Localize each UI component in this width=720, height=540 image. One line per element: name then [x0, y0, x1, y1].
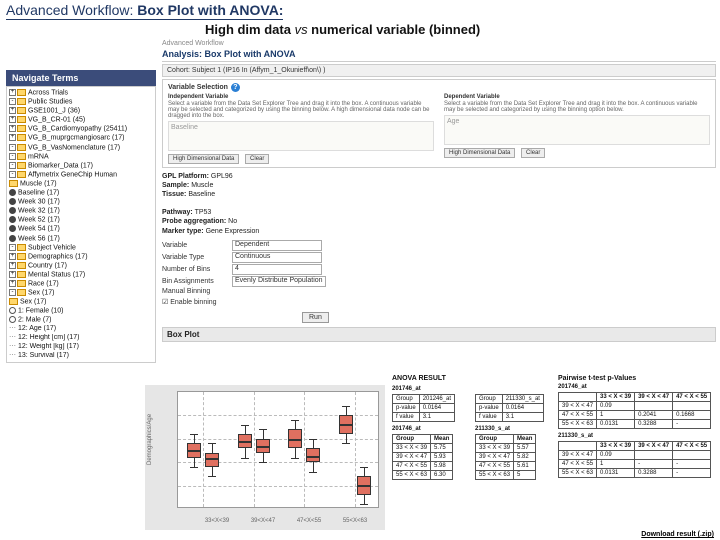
- variable-selection-box: Variable Selection? Independent Variable…: [162, 79, 716, 168]
- pairwise-table-2: 33 < X < 3939 < X < 4747 < X < 5539 < X …: [558, 441, 711, 478]
- tree-item[interactable]: -mRNA: [8, 153, 154, 162]
- variable-selection-header: Variable Selection?: [168, 83, 710, 92]
- summary-table-2: GroupMean33 < X < 395.5739 < X < 475.824…: [475, 434, 536, 480]
- breadcrumb[interactable]: Advanced Workflow: [162, 40, 716, 47]
- tree-item[interactable]: -Public Studies: [8, 98, 154, 107]
- independent-col: Independent Variable Select a variable f…: [168, 94, 434, 164]
- hdd-button-indep[interactable]: High Dimensional Data: [168, 154, 239, 164]
- navigate-panel: Navigate Terms +Across Trials-Public Stu…: [6, 70, 156, 363]
- tree-item[interactable]: Week 52 (17): [8, 216, 154, 225]
- tree-item[interactable]: Week 30 (17): [8, 198, 154, 207]
- tree-item[interactable]: +Mental Status (17): [8, 271, 154, 280]
- slide-subtitle: High dim data vs numerical variable (bin…: [205, 22, 480, 37]
- tree-item[interactable]: -VG_B_VasNomenclature (17): [8, 144, 154, 153]
- tree-item[interactable]: -Subject Vehicle: [8, 244, 154, 253]
- numbins-input[interactable]: 4: [232, 264, 322, 275]
- tree-item[interactable]: +Race (17): [8, 280, 154, 289]
- tree-item[interactable]: -Biomarker_Data (17): [8, 162, 154, 171]
- boxplot-chart: Demographics/Age 33<X<39 39<X<47 47<X<55…: [145, 385, 385, 530]
- help-icon[interactable]: ?: [231, 83, 240, 92]
- cohort-box: Cohort: Subject 1 (IP16 In (Affym_1_Okun…: [162, 64, 716, 77]
- tree-item[interactable]: Sex (17): [8, 298, 154, 307]
- boxplot-header: Box Plot: [162, 327, 716, 342]
- tree-item[interactable]: +Across Trials: [8, 89, 154, 98]
- tree-item[interactable]: ⋯ 12: Weight [kg] (17): [8, 343, 154, 352]
- variable-select[interactable]: Dependent: [232, 240, 322, 251]
- navigate-tree[interactable]: +Across Trials-Public Studies+GSE1001_J …: [6, 86, 156, 363]
- main-area: Advanced Workflow Analysis: Box Plot wit…: [162, 40, 716, 342]
- page-title: Analysis: Box Plot with ANOVA: [162, 49, 716, 59]
- tree-item[interactable]: ⋯ 12: Age (17): [8, 325, 154, 334]
- anova-table-1: Group201246_atp-value0.0164f value3.1: [392, 394, 455, 422]
- clear-button-dep[interactable]: Clear: [521, 148, 545, 158]
- tree-item[interactable]: 1: Female (10): [8, 307, 154, 316]
- hdd-button-dep[interactable]: High Dimensional Data: [444, 148, 515, 158]
- summary-table-1: GroupMean33 < X < 395.7539 < X < 475.934…: [392, 434, 453, 480]
- tree-item[interactable]: ⋯ 13: Survival (17): [8, 352, 154, 361]
- clear-button-indep[interactable]: Clear: [245, 154, 269, 164]
- dependent-dropzone[interactable]: Age: [444, 115, 710, 145]
- tree-item[interactable]: +VG_B_CR-01 (45): [8, 116, 154, 125]
- tree-item[interactable]: -Affymetrix GeneChip Human: [8, 171, 154, 180]
- results-tables: ANOVA RESULT 201746_at Group201246_atp-v…: [392, 375, 716, 484]
- tree-item[interactable]: -Sex (17): [8, 289, 154, 298]
- run-button[interactable]: Run: [302, 312, 329, 323]
- dependent-col: Dependent Variable Select a variable fro…: [444, 94, 710, 164]
- enable-binning-check[interactable]: ☑ Enable binning: [162, 298, 716, 306]
- navigate-header: Navigate Terms: [6, 70, 156, 86]
- tree-item[interactable]: 2: Male (7): [8, 316, 154, 325]
- download-link[interactable]: Download result (.zip): [641, 531, 714, 538]
- cohort-label: Cohort: Subject 1 (IP16 In (Affym_1_Okun…: [163, 65, 715, 76]
- tree-item[interactable]: Week 56 (17): [8, 235, 154, 244]
- tree-item[interactable]: Week 32 (17): [8, 207, 154, 216]
- tree-item[interactable]: +Country (17): [8, 262, 154, 271]
- slide-title: Advanced Workflow: Box Plot with ANOVA:: [6, 2, 283, 20]
- tree-item[interactable]: +VG_B_muprgcmangiosarc (17): [8, 134, 154, 143]
- slide-title-bold: Box Plot with ANOVA:: [137, 2, 283, 18]
- vartype-select[interactable]: Continuous: [232, 252, 322, 263]
- independent-dropzone[interactable]: Baseline: [168, 121, 434, 151]
- tree-item[interactable]: +Demographics (17): [8, 253, 154, 262]
- metadata-block: GPL Platform: GPL96 Sample: Muscle Tissu…: [162, 172, 716, 236]
- slide-title-prefix: Advanced Workflow:: [6, 2, 137, 18]
- pairwise-table-1: 33 < X < 3939 < X < 4747 < X < 5539 < X …: [558, 392, 711, 429]
- tree-item[interactable]: +GSE1001_J (36): [8, 107, 154, 116]
- tree-item[interactable]: Week 54 (17): [8, 225, 154, 234]
- tree-item[interactable]: Muscle (17): [8, 180, 154, 189]
- y-axis-label: Demographics/Age: [147, 414, 153, 465]
- anova-table-2: Group211330_s_atp-value0.0164f value3.1: [475, 394, 544, 422]
- binassign-select[interactable]: Evenly Distribute Population: [232, 276, 326, 287]
- tree-item[interactable]: +VG_B_Cardiomyopathy (25411): [8, 125, 154, 134]
- tree-item[interactable]: Baseline (17): [8, 189, 154, 198]
- tree-item[interactable]: ⋯ 12: Height [cm] (17): [8, 334, 154, 343]
